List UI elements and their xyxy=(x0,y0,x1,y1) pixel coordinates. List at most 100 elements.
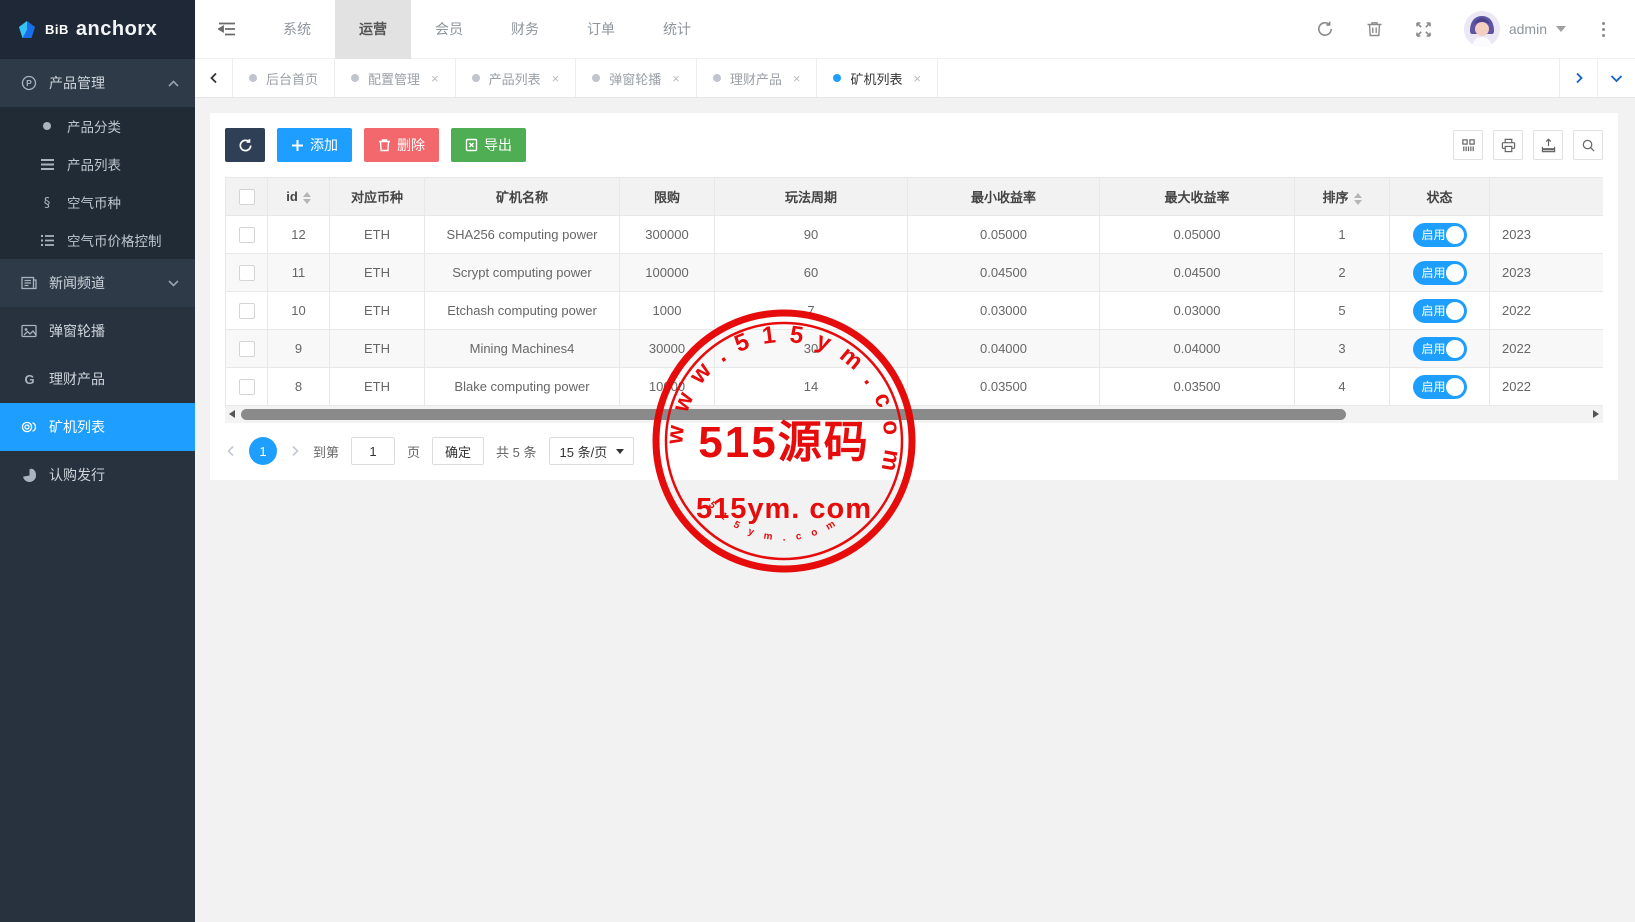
menu-fold-icon[interactable] xyxy=(195,21,259,37)
confirm-page-button[interactable]: 确定 xyxy=(432,437,484,465)
sidebar-item-product-category[interactable]: 产品分类 xyxy=(0,107,195,145)
sidebar-item-air-coin-price-control[interactable]: 空气币价格控制 xyxy=(0,221,195,259)
tab-dashboard[interactable]: 后台首页 xyxy=(233,59,335,97)
tabs-scroll-left-icon[interactable] xyxy=(195,59,233,97)
total-count-label: 共 5 条 xyxy=(496,442,536,461)
cell-min_rate: 0.03500 xyxy=(908,368,1100,406)
tab-product-list[interactable]: 产品列表 × xyxy=(456,59,577,97)
app-logo[interactable]: BiB anchorx xyxy=(0,0,195,59)
cell-year: 2022 xyxy=(1490,330,1604,368)
row-checkbox[interactable] xyxy=(239,265,255,281)
scroll-right-arrow-icon[interactable] xyxy=(1593,410,1599,418)
search-icon[interactable] xyxy=(1573,130,1603,160)
row-checkbox[interactable] xyxy=(239,227,255,243)
horizontal-scrollbar[interactable] xyxy=(225,406,1603,423)
export-tray-icon[interactable] xyxy=(1533,130,1563,160)
sort-icon[interactable] xyxy=(1354,193,1362,205)
miner-list-panel: 添加 删除 导出 xyxy=(210,113,1618,480)
cell-status: 启用 xyxy=(1390,330,1490,368)
tab-close-icon[interactable]: × xyxy=(552,71,560,86)
cell-period: 7 xyxy=(715,292,908,330)
tab-close-icon[interactable]: × xyxy=(672,71,680,86)
table-header-row: id对应币种矿机名称限购玩法周期最小收益率最大收益率排序状态 xyxy=(226,178,1604,216)
newspaper-icon xyxy=(20,276,38,290)
tab-dot-icon xyxy=(249,74,257,82)
miner-table: id对应币种矿机名称限购玩法周期最小收益率最大收益率排序状态 12ETHSHA2… xyxy=(225,177,1603,406)
more-options-icon[interactable] xyxy=(1598,18,1609,41)
scrollbar-thumb[interactable] xyxy=(241,409,1346,420)
cell-status: 启用 xyxy=(1390,368,1490,406)
tab-dot-icon xyxy=(472,74,480,82)
nav-item-operation[interactable]: 运营 xyxy=(335,0,411,59)
sidebar-item-product-list[interactable]: 产品列表 xyxy=(0,145,195,183)
status-toggle[interactable]: 启用 xyxy=(1413,261,1467,285)
tab-label: 产品列表 xyxy=(489,69,541,88)
fullscreen-icon[interactable] xyxy=(1415,21,1432,38)
tab-close-icon[interactable]: × xyxy=(913,71,921,86)
select-all-checkbox[interactable] xyxy=(239,189,255,205)
column-header-max_rate: 最大收益率 xyxy=(1100,178,1295,216)
tab-close-icon[interactable]: × xyxy=(793,71,801,86)
status-toggle[interactable]: 启用 xyxy=(1413,299,1467,323)
current-page-button[interactable]: 1 xyxy=(249,437,277,465)
status-toggle[interactable]: 启用 xyxy=(1413,337,1467,361)
tab-miner-list[interactable]: 矿机列表× xyxy=(817,59,938,97)
cell-id: 9 xyxy=(268,330,330,368)
list-check-icon xyxy=(38,234,56,247)
status-toggle[interactable]: 启用 xyxy=(1413,375,1467,399)
row-checkbox[interactable] xyxy=(239,341,255,357)
sidebar-item-air-coin-type[interactable]: §空气币种 xyxy=(0,183,195,221)
next-page-icon[interactable] xyxy=(289,445,301,457)
user-menu[interactable]: admin xyxy=(1464,11,1566,47)
columns-icon[interactable] xyxy=(1453,130,1483,160)
chevron-up-icon xyxy=(168,80,179,87)
refresh-icon[interactable] xyxy=(1316,20,1334,38)
delete-button[interactable]: 删除 xyxy=(364,128,439,162)
header-actions: admin xyxy=(1316,11,1635,47)
column-header-id[interactable]: id xyxy=(268,178,330,216)
sidebar-item-miner-list[interactable]: 矿机列表 xyxy=(0,403,195,451)
tab-financial-products[interactable]: 理财产品× xyxy=(697,59,818,97)
nav-item-member[interactable]: 会员 xyxy=(411,0,487,59)
row-checkbox[interactable] xyxy=(239,303,255,319)
tabs-scroll-right-icon[interactable] xyxy=(1559,59,1597,97)
nav-item-finance[interactable]: 财务 xyxy=(487,0,563,59)
list-icon xyxy=(38,158,56,171)
sidebar-item-subscription-issue[interactable]: 认购发行 xyxy=(0,451,195,499)
column-header-period: 玩法周期 xyxy=(715,178,908,216)
sidebar-item-popup-carousel[interactable]: 弹窗轮播 xyxy=(0,307,195,355)
column-header-sort[interactable]: 排序 xyxy=(1295,178,1390,216)
status-toggle[interactable]: 启用 xyxy=(1413,223,1467,247)
printer-icon[interactable] xyxy=(1493,130,1523,160)
cell-period: 60 xyxy=(715,254,908,292)
tab-close-icon[interactable]: × xyxy=(431,71,439,86)
sidebar-group-product-management[interactable]: P产品管理 xyxy=(0,59,195,107)
cell-name: Blake computing power xyxy=(425,368,620,406)
nav-item-system[interactable]: 系统 xyxy=(259,0,335,59)
tab-config-management[interactable]: 配置管理× xyxy=(335,59,456,97)
scroll-left-arrow-icon[interactable] xyxy=(229,410,235,418)
sort-icon[interactable] xyxy=(303,192,311,204)
cell-min_rate: 0.03000 xyxy=(908,292,1100,330)
table-row: 8ETHBlake computing power10000140.035000… xyxy=(226,368,1604,406)
row-checkbox[interactable] xyxy=(239,379,255,395)
refresh-table-button[interactable] xyxy=(225,128,265,162)
cell-status: 启用 xyxy=(1390,292,1490,330)
nav-item-order[interactable]: 订单 xyxy=(563,0,639,59)
goto-page-input[interactable] xyxy=(351,437,395,465)
sidebar-item-label: 认购发行 xyxy=(49,465,105,485)
add-button[interactable]: 添加 xyxy=(277,128,352,162)
top-header: 系统运营会员财务订单统计 xyxy=(195,0,1635,59)
cell-period: 30 xyxy=(715,330,908,368)
sidebar-item-financial-products[interactable]: G理财产品 xyxy=(0,355,195,403)
trash-icon[interactable] xyxy=(1366,20,1383,38)
prev-page-icon[interactable] xyxy=(225,445,237,457)
tab-popup-carousel[interactable]: 弹窗轮播× xyxy=(576,59,697,97)
nav-item-statistics[interactable]: 统计 xyxy=(639,0,715,59)
per-page-select[interactable]: 15 条/页 xyxy=(549,437,635,465)
cell-min_rate: 0.04000 xyxy=(908,330,1100,368)
sidebar-group-news-channel[interactable]: 新闻频道 xyxy=(0,259,195,307)
export-button[interactable]: 导出 xyxy=(451,128,526,162)
tabs-menu-icon[interactable] xyxy=(1597,59,1635,97)
cell-sort: 5 xyxy=(1295,292,1390,330)
